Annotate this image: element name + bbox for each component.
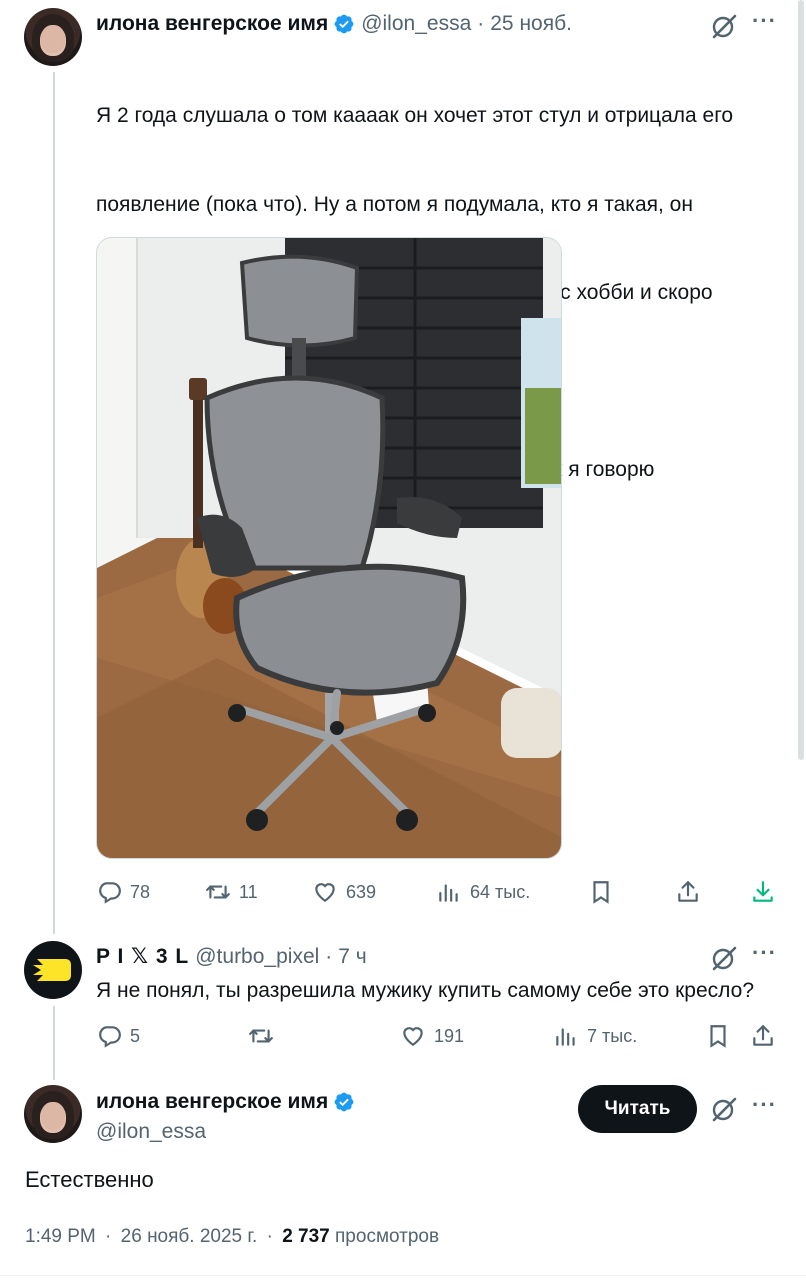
views-icon <box>439 884 458 902</box>
avatar-ilona-1[interactable] <box>24 8 82 66</box>
grok-icon[interactable] <box>710 944 738 972</box>
separator: · <box>477 12 485 35</box>
views-number: 2 737 <box>282 1226 330 1247</box>
time[interactable]: 1:49 PM <box>25 1226 96 1247</box>
like-button[interactable]: 639 <box>312 879 376 905</box>
avatar-pixel[interactable] <box>24 941 82 999</box>
like-button[interactable]: 191 <box>400 1023 464 1049</box>
views-button[interactable]: 7 тыс. <box>553 1023 637 1049</box>
handle[interactable]: @ilon_essa <box>96 1120 206 1144</box>
views-label: просмотров <box>335 1226 440 1247</box>
reply-icon <box>99 882 121 904</box>
share-icon[interactable] <box>675 879 701 905</box>
handle[interactable]: @ilon_essa <box>361 12 471 36</box>
separator: · <box>105 1226 112 1247</box>
verified-badge-icon <box>334 1092 354 1112</box>
reply-button[interactable]: 5 <box>96 1023 140 1049</box>
retweet-button[interactable]: 11 <box>205 879 258 905</box>
views-count: 64 тыс. <box>470 881 531 902</box>
reply-icon <box>99 1026 121 1048</box>
text-line: появление (пока что). Ну а потом я подум… <box>96 192 693 216</box>
tweet-meta: 1:49 PM · 26 нояб. 2025 г. · 2 737 просм… <box>25 1226 439 1248</box>
retweet-icon <box>206 885 230 899</box>
views-button[interactable]: 64 тыс. <box>436 879 530 905</box>
views-icon <box>556 1028 575 1046</box>
separator: · <box>266 1226 273 1247</box>
chair-photo-illustration <box>97 238 561 858</box>
like-count: 191 <box>434 1025 465 1046</box>
text-line: Я 2 года слушала о том каааак он хочет э… <box>96 104 734 127</box>
bookmark-icon[interactable] <box>588 879 614 905</box>
scrollbar[interactable] <box>798 0 804 760</box>
display-name[interactable]: илона венгерское имя <box>96 1090 328 1114</box>
follow-button[interactable]: Читать <box>578 1085 697 1133</box>
download-icon[interactable] <box>750 879 776 905</box>
timestamp[interactable]: 25 нояб. <box>490 12 572 36</box>
date[interactable]: 26 нояб. 2025 г. <box>121 1226 258 1247</box>
like-icon <box>403 1027 423 1046</box>
verified-badge-icon <box>334 14 354 34</box>
tweet-photo[interactable] <box>96 237 562 859</box>
retweet-icon <box>249 1029 273 1043</box>
tweet2-text: Я не понял, ты разрешила мужику купить с… <box>96 979 755 1002</box>
more-icon[interactable]: ··· <box>752 1092 777 1118</box>
avatar-face <box>41 25 65 53</box>
views-count: 7 тыс. <box>587 1025 638 1046</box>
thread-line-2 <box>53 1006 55 1080</box>
main-handle-row: @ilon_essa <box>96 1120 206 1144</box>
main-header: илона венгерское имя <box>96 1090 355 1114</box>
avatar-ilona-main[interactable] <box>24 1085 82 1143</box>
tweet1-header: илона венгерское имя @ilon_essa · 25 ноя… <box>96 12 572 36</box>
tweet2-header: P I 𝕏 3 L @turbo_pixel · 7 ч <box>96 944 367 969</box>
retweet-button[interactable] <box>248 1023 274 1049</box>
reply-count: 78 <box>130 881 151 902</box>
handle[interactable]: @turbo_pixel <box>195 945 319 969</box>
pixel-logo-icon <box>33 959 71 981</box>
main-tweet-text: Естественно <box>25 1167 154 1192</box>
grok-icon[interactable] <box>710 12 738 40</box>
like-icon <box>315 883 335 902</box>
separator: · <box>325 944 333 968</box>
like-count: 639 <box>346 881 377 902</box>
thread-line-1 <box>53 72 55 934</box>
more-icon[interactable]: ··· <box>752 940 777 966</box>
grok-icon[interactable] <box>710 1095 738 1123</box>
retweet-count: 11 <box>239 881 258 902</box>
display-name[interactable]: илона венгерское имя <box>96 12 328 36</box>
bottom-divider <box>0 1275 806 1276</box>
timestamp[interactable]: 7 ч <box>338 945 366 969</box>
bookmark-icon[interactable] <box>705 1023 731 1049</box>
display-name[interactable]: P I 𝕏 3 L <box>96 944 189 969</box>
share-icon[interactable] <box>750 1023 776 1049</box>
reply-count: 5 <box>130 1025 141 1046</box>
reply-button[interactable]: 78 <box>96 879 150 905</box>
more-icon[interactable]: ··· <box>752 8 777 34</box>
avatar-face <box>41 1102 65 1130</box>
